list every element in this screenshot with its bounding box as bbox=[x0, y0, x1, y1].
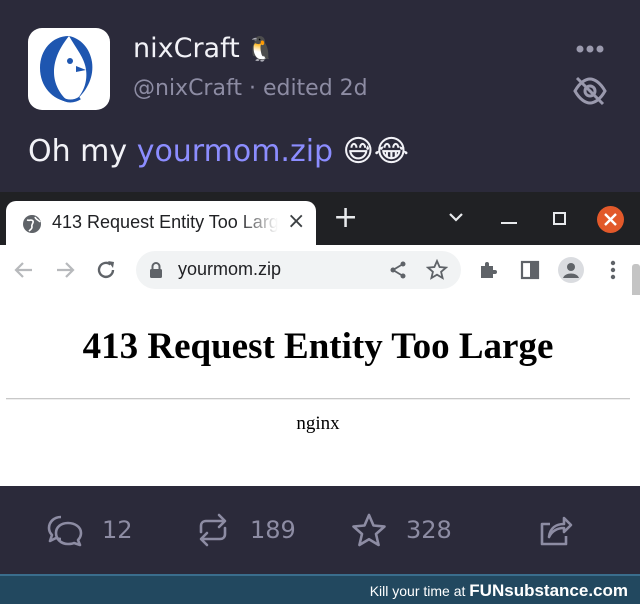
address-bar[interactable]: yourmom.zip bbox=[136, 251, 461, 289]
kebab-menu-icon[interactable] bbox=[601, 258, 625, 282]
reload-icon[interactable] bbox=[94, 258, 118, 282]
post-text-prefix: Oh my bbox=[28, 134, 137, 169]
more-icon[interactable] bbox=[572, 38, 608, 60]
post-content: Oh my yourmom.zip 😅😂 bbox=[28, 134, 409, 169]
side-panel-icon[interactable] bbox=[518, 258, 542, 282]
forward-icon[interactable] bbox=[53, 258, 77, 282]
minimize-icon[interactable] bbox=[501, 222, 517, 224]
user-handle[interactable]: @nixCraft bbox=[133, 76, 242, 101]
browser-tab[interactable]: 413 Request Entity Too Large × bbox=[6, 201, 316, 245]
maximize-icon[interactable] bbox=[553, 212, 566, 225]
error-heading: 413 Request Entity Too Large bbox=[82, 326, 554, 367]
star-icon bbox=[352, 513, 386, 547]
attached-screenshot[interactable]: 413 Request Entity Too Large × + yourmom… bbox=[0, 192, 640, 486]
boost-icon bbox=[199, 513, 227, 547]
post-meta: @nixCraft · edited 2d bbox=[133, 76, 368, 101]
edited-label[interactable]: edited 2d bbox=[263, 76, 368, 101]
tab-title: 413 Request Entity Too Large bbox=[52, 212, 278, 233]
meta-separator: · bbox=[241, 76, 263, 101]
favourite-count: 328 bbox=[406, 516, 452, 544]
chevron-down-icon[interactable] bbox=[446, 210, 466, 224]
boost-button[interactable]: 189 bbox=[194, 512, 296, 548]
avatar[interactable] bbox=[28, 28, 110, 110]
server-name: nginx bbox=[296, 413, 340, 434]
display-name-text: nixCraft bbox=[133, 33, 240, 64]
post-actions: 12 189 328 bbox=[0, 486, 640, 574]
watermark-brand-fun: FUN bbox=[469, 581, 505, 600]
close-icon bbox=[604, 213, 617, 226]
lock-icon[interactable] bbox=[148, 261, 164, 279]
watermark-text[interactable]: Kill your time at FUNsubstance.com bbox=[370, 581, 628, 601]
divider bbox=[6, 398, 630, 400]
error-page: 413 Request Entity Too Large nginx bbox=[0, 295, 640, 486]
reply-count: 12 bbox=[102, 516, 133, 544]
eye-slash-icon[interactable] bbox=[572, 75, 608, 107]
display-name[interactable]: nixCraft 🐧 bbox=[133, 33, 276, 64]
favourite-button[interactable]: 328 bbox=[350, 512, 452, 548]
reply-button[interactable]: 12 bbox=[46, 512, 133, 548]
post-emojis: 😅😂 bbox=[342, 134, 409, 169]
window-close-button[interactable] bbox=[597, 206, 624, 233]
new-tab-icon[interactable]: + bbox=[333, 203, 358, 233]
back-icon[interactable] bbox=[12, 258, 36, 282]
extensions-icon[interactable] bbox=[477, 258, 501, 282]
watermark-brand-rest: substance.com bbox=[504, 581, 628, 600]
penguin-emoji: 🐧 bbox=[245, 35, 276, 63]
post-link[interactable]: yourmom.zip bbox=[137, 134, 333, 169]
globe-icon bbox=[23, 215, 41, 233]
browser-titlebar: 413 Request Entity Too Large × + bbox=[0, 192, 640, 245]
url-text: yourmom.zip bbox=[178, 259, 282, 279]
reply-icon bbox=[47, 515, 83, 547]
share-button[interactable] bbox=[536, 512, 574, 548]
profile-icon[interactable] bbox=[558, 257, 584, 283]
boost-count: 189 bbox=[250, 516, 296, 544]
share-icon bbox=[540, 516, 573, 546]
share-page-icon[interactable] bbox=[388, 260, 408, 280]
watermark-bar: Kill your time at FUNsubstance.com bbox=[0, 574, 640, 604]
bookmark-star-icon[interactable] bbox=[426, 259, 448, 281]
tab-close-icon[interactable]: × bbox=[287, 211, 305, 233]
penguin-avatar-icon bbox=[40, 36, 93, 103]
browser-toolbar: yourmom.zip bbox=[0, 245, 640, 295]
watermark-prefix: Kill your time at bbox=[369, 583, 470, 599]
